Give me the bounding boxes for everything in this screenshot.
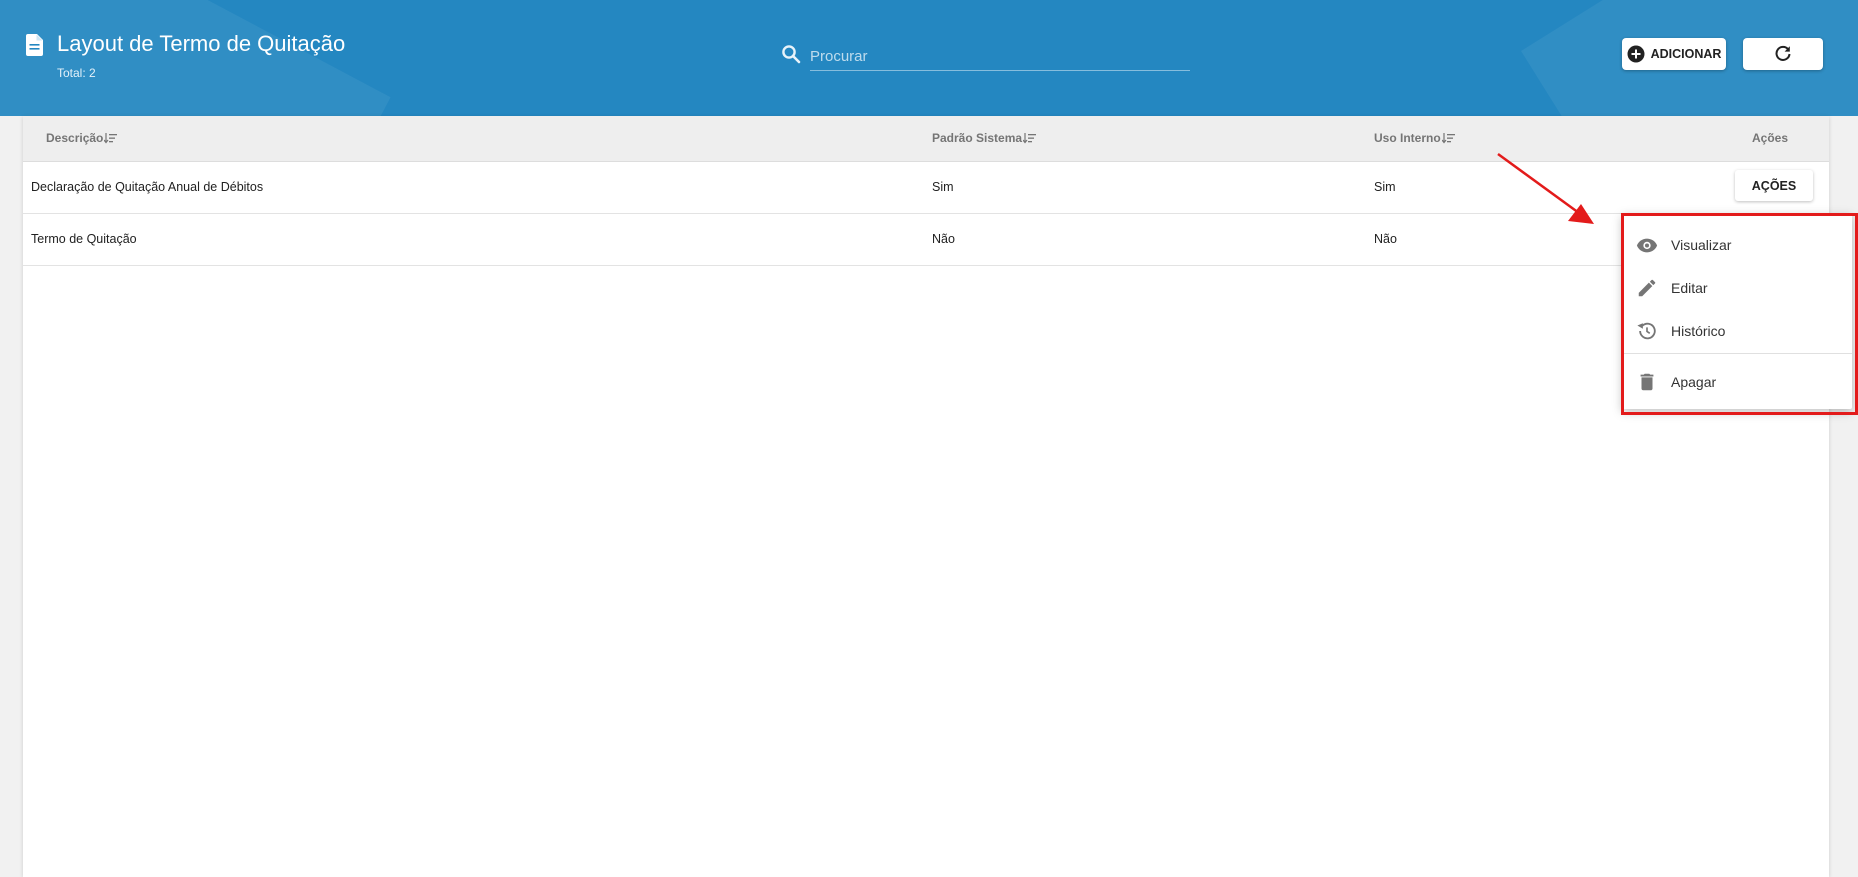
menu-item-historico[interactable]: Histórico — [1622, 310, 1852, 352]
menu-divider — [1622, 353, 1852, 354]
add-circle-icon — [1627, 45, 1645, 63]
menu-item-apagar[interactable]: Apagar — [1622, 361, 1852, 403]
document-icon — [26, 34, 43, 56]
search-input[interactable] — [810, 42, 1190, 71]
pencil-icon — [1638, 279, 1656, 297]
menu-item-visualizar[interactable]: Visualizar — [1622, 224, 1852, 266]
table-row[interactable]: Declaração de Quitação Anual de Débitos … — [23, 162, 1829, 214]
refresh-icon — [1775, 45, 1791, 61]
sort-icon — [1441, 133, 1455, 144]
total-count: Total: 2 — [57, 66, 96, 80]
table-row[interactable]: Termo de Quitação Não Não — [23, 214, 1829, 266]
sort-icon — [1023, 133, 1037, 144]
eye-icon — [1636, 238, 1658, 253]
header-decoration — [0, 0, 391, 116]
page-title: Layout de Termo de Quitação — [57, 31, 346, 56]
sort-icon — [104, 133, 118, 144]
history-icon — [1637, 322, 1656, 340]
add-button[interactable]: ADICIONAR — [1622, 38, 1726, 70]
cell-uso-interno: Sim — [1374, 180, 1396, 194]
column-header-uso-interno[interactable]: Uso Interno — [1374, 131, 1455, 145]
column-header-padrao-sistema[interactable]: Padrão Sistema — [932, 131, 1037, 145]
cell-descricao: Termo de Quitação — [31, 232, 137, 246]
cell-padrao-sistema: Sim — [932, 180, 954, 194]
trash-icon — [1640, 373, 1654, 391]
actions-button[interactable]: AÇÕES — [1735, 170, 1813, 201]
search-icon — [782, 45, 801, 64]
add-button-label: ADICIONAR — [1650, 47, 1722, 61]
page-header: Layout de Termo de Quitação Total: 2 ADI… — [0, 0, 1858, 116]
cell-uso-interno: Não — [1374, 232, 1397, 246]
column-header-acoes: Ações — [1752, 131, 1789, 145]
data-table: Descrição Padrão Sistema Uso Interno Açõ… — [23, 116, 1829, 877]
table-header: Descrição Padrão Sistema Uso Interno Açõ… — [23, 116, 1829, 162]
menu-item-editar[interactable]: Editar — [1622, 267, 1852, 309]
refresh-button[interactable] — [1743, 38, 1823, 70]
cell-descricao: Declaração de Quitação Anual de Débitos — [31, 180, 264, 194]
actions-menu: Visualizar Editar Histórico Apagar — [1622, 213, 1852, 409]
cell-padrao-sistema: Não — [932, 232, 955, 246]
column-header-descricao[interactable]: Descrição — [46, 131, 118, 145]
